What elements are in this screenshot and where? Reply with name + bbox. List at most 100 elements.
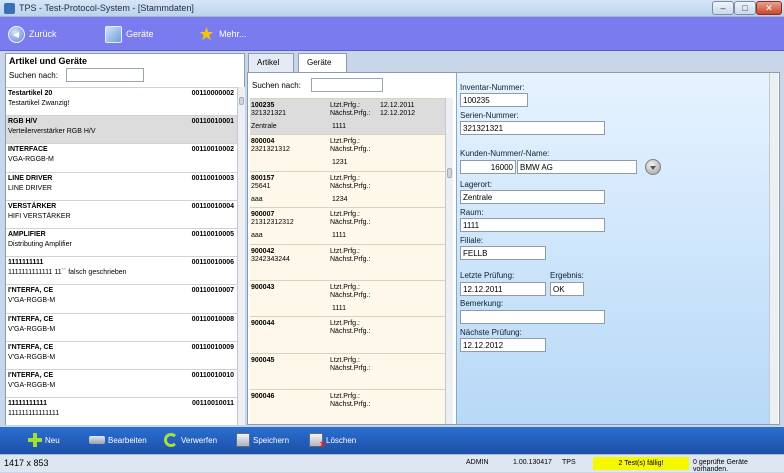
discard-button[interactable]: Verwerfen (164, 432, 217, 448)
back-button[interactable]: Zurück (8, 23, 57, 45)
article-number: 00110010007 (191, 287, 234, 295)
article-search-label: Suchen nach: (9, 71, 58, 80)
article-description: HIFI VERSTÄRKER (8, 212, 71, 220)
last-test-caption: Ltzt.Prfg.: (330, 174, 360, 182)
next-test-caption: Nächst.Prfg.: (330, 291, 371, 299)
article-row[interactable]: INTERFACE 00110010002 VGA-RGGB-M (6, 143, 237, 172)
resolution-text: 1417 x 853 (4, 458, 49, 468)
result-field[interactable]: OK (550, 282, 584, 296)
device-row[interactable]: 900042 3242343244 Ltzt.Prfg.: Nächst.Prfg.: (250, 243, 445, 280)
device-serial: 321321321 (251, 110, 287, 117)
device-inventory: 900046 (251, 393, 275, 401)
article-row[interactable]: I'NTERFA, CE 00110010010 V'GA-RGGB-M (6, 368, 237, 398)
device-inventory: 800157 (251, 174, 275, 182)
article-list-scrollbar[interactable] (237, 87, 245, 425)
device-last-test: 12.12.2011 (380, 102, 415, 109)
article-name: I'NTERFA, CE (8, 287, 54, 295)
next-test-caption: Nächst.Prfg.: (330, 364, 371, 372)
article-search-input[interactable] (66, 68, 144, 82)
next-test-caption: Nächst.Prfg.: (330, 328, 371, 336)
maximize-button[interactable]: □ (734, 1, 756, 15)
undo-icon (164, 433, 178, 447)
new-button[interactable]: Neu (28, 432, 60, 448)
last-test-caption: Ltzt.Prfg.: (330, 247, 360, 255)
save-button[interactable]: Speichern (236, 432, 289, 448)
last-test-caption: Ltzt.Prfg.: (330, 393, 360, 401)
edit-label: Bearbeiten (108, 435, 147, 445)
device-search-input[interactable] (311, 78, 383, 92)
location-field[interactable]: Zentrale (460, 190, 605, 204)
app-icon (4, 3, 15, 14)
article-row[interactable]: RGB H/V 00110010001 Verteilerverstärker RG… (6, 115, 237, 144)
device-row[interactable]: 900045 Ltzt.Prfg.: Nächst.Prfg.: (250, 352, 445, 389)
article-name: I'NTERFA, CE (8, 371, 54, 379)
room-field[interactable]: 1111 (460, 218, 605, 232)
customer-number-field[interactable]: 16000 (460, 160, 516, 174)
article-row[interactable]: LINE DRIVER 00110010003 LINE DRIVER (6, 171, 237, 200)
inventory-field[interactable]: 100235 (460, 93, 528, 107)
next-test-caption: Nächst.Prfg.: (330, 219, 371, 227)
last-test-caption: Ltzt.Prfg.: (330, 283, 360, 291)
article-row[interactable]: AMPLIFIER 00110010005 Distributing Amplifi… (6, 227, 237, 257)
next-test-field[interactable]: 12.12.2012 (460, 338, 546, 352)
article-row[interactable]: Testartikel 20 00110000002 Testartikel Zwa… (6, 87, 237, 116)
remark-field[interactable] (460, 310, 605, 324)
due-tests-badge: 2 Test(s) fällig! (593, 457, 689, 470)
device-serial: 3242343244 (251, 255, 290, 263)
device-row[interactable]: 900046 Ltzt.Prfg.: Nächst.Prfg.: (250, 389, 445, 424)
delete-button[interactable]: Löschen (309, 432, 356, 451)
back-arrow-icon (8, 25, 25, 43)
serial-label: Serien-Nummer: (460, 111, 519, 120)
detail-scrollbar[interactable] (769, 73, 778, 424)
last-test-label: Letzte Prüfung: (460, 271, 515, 280)
scrollbar-thumb[interactable] (447, 168, 452, 178)
device-inventory: 100235 (251, 102, 275, 109)
article-number: 00110010010 (191, 371, 234, 379)
next-test-caption: Nächst.Prfg.: (330, 146, 371, 154)
article-row[interactable]: 1111111111 00110010006 1111111111111 11`` … (6, 256, 237, 285)
device-row[interactable]: 100235 321321321 Zentrale Ltzt.Prfg.: Nächst… (250, 98, 445, 135)
tab-devices[interactable]: Geräte (298, 53, 347, 73)
last-test-caption: Ltzt.Prfg.: (330, 320, 360, 328)
article-name: INTERFACE (8, 146, 48, 154)
last-test-field[interactable]: 12.12.2011 (460, 282, 546, 296)
devices-button[interactable]: Geräte (105, 23, 154, 45)
scrollbar-thumb[interactable] (239, 97, 244, 105)
device-inventory: 900042 (251, 247, 275, 255)
article-list: Testartikel 20 00110000002 Testartikel Zwa… (6, 87, 237, 425)
article-name: RGB H/V (8, 118, 38, 126)
article-row[interactable]: I'NTERFA, CE 00110010008 V'GA-RGGB-M (6, 312, 237, 341)
serial-field[interactable]: 321321321 (460, 121, 605, 135)
tab-articles[interactable]: Artikel (248, 53, 294, 72)
delete-icon (309, 433, 326, 451)
article-row[interactable]: I'NTERFA, CE 00110010007 V'GA-RGGB-M (6, 284, 237, 313)
article-number: 00110010004 (191, 202, 234, 210)
device-row[interactable]: 900007 21312312312 aaa Ltzt.Prfg.: Nächst.Pr… (250, 207, 445, 243)
article-row[interactable]: VERSTÄRKER 00110010004 HIFI VERSTÄRKER (6, 199, 237, 228)
article-name: AMPLIFIER (8, 230, 46, 238)
device-row[interactable]: 900044 Ltzt.Prfg.: Nächst.Prfg.: (250, 316, 445, 352)
branch-field[interactable]: FELLB (460, 246, 546, 260)
article-row[interactable]: I'NTERFA, CE 00110010009 V'GA-RGGB-M (6, 340, 237, 369)
customer-name-field[interactable]: BMW AG (517, 160, 637, 174)
app-text: TPS (562, 459, 576, 466)
more-button[interactable]: ★ Mehr... (198, 23, 247, 45)
device-row[interactable]: 900043 Ltzt.Prfg.: Nächst.Prfg.: 1111 (250, 279, 445, 316)
customer-dropdown-icon[interactable] (645, 159, 661, 175)
minimize-button[interactable]: – (712, 1, 734, 15)
device-row[interactable]: 800157 25641 aaa Ltzt.Prfg.: Nächst.Prfg.: 12… (250, 170, 445, 207)
status-bar: 1417 x 853 ADMIN 1.00.130417 TPS 2 Test(… (0, 454, 784, 473)
device-room: 1111 (332, 123, 347, 130)
keyboard-icon (89, 436, 105, 444)
more-label: Mehr... (219, 29, 247, 39)
article-description: V'GA-RGGB-M (8, 381, 56, 389)
device-serial: 2321321312 (251, 146, 290, 154)
edit-button[interactable]: Bearbeiten (89, 432, 147, 448)
next-test-caption: Nächst.Prfg.: (330, 110, 371, 117)
device-row[interactable]: 800004 2321321312 Ltzt.Prfg.: Nächst.Prfg.:… (250, 134, 445, 170)
article-name: I'NTERFA, CE (8, 343, 54, 351)
close-button[interactable]: ✕ (756, 1, 782, 15)
device-list-scrollbar[interactable] (445, 98, 453, 424)
article-name: 11111111111 (8, 400, 47, 408)
article-row[interactable]: 11111111111 00110010011 111111111111111 (6, 397, 237, 425)
